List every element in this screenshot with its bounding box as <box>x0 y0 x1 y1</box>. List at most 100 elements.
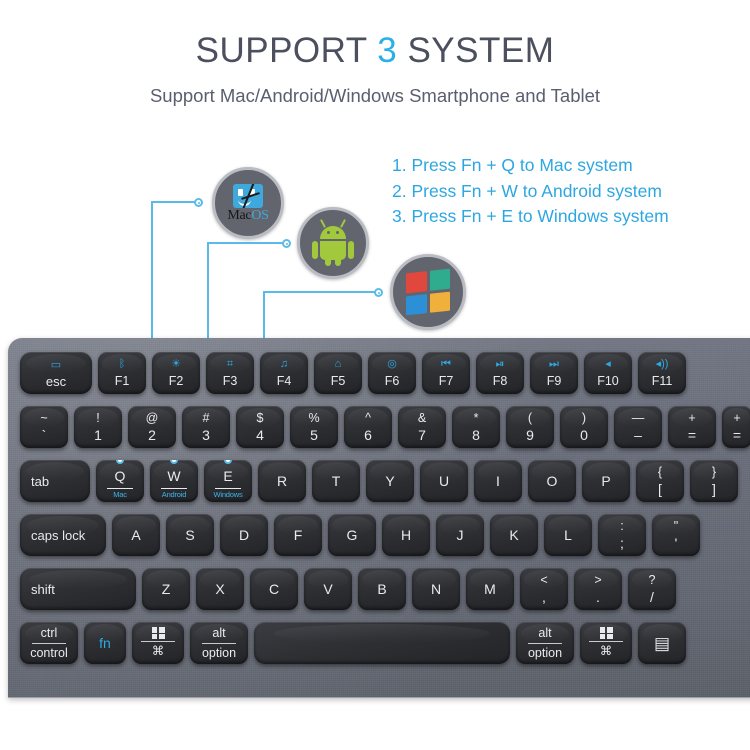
key-tab[interactable]: tab <box>20 460 90 502</box>
key-e[interactable]: E Windows <box>204 460 252 502</box>
key-f4[interactable]: ♫ F4 <box>260 352 308 394</box>
key-/[interactable]: ? / <box>628 568 676 610</box>
key-f5[interactable]: ⌂ F5 <box>314 352 362 394</box>
key-2[interactable]: @2 <box>128 406 176 448</box>
key-o[interactable]: O <box>528 460 576 502</box>
key-f6[interactable]: ◎ F6 <box>368 352 416 394</box>
key-shift-label: } <box>711 464 717 479</box>
key-label: F10 <box>597 374 619 388</box>
key-label: 2 <box>148 427 156 444</box>
key-n[interactable]: N <box>412 568 460 610</box>
key-alt[interactable]: alt option <box>190 622 248 664</box>
key-v[interactable]: V <box>304 568 352 610</box>
key-4[interactable]: $4 <box>236 406 284 448</box>
key-f11[interactable]: ◂)) F11 <box>638 352 686 394</box>
key-.[interactable]: >. <box>574 568 622 610</box>
key-label: A <box>131 527 141 543</box>
key-label: [ <box>658 481 662 498</box>
key-c[interactable]: C <box>250 568 298 610</box>
key-5[interactable]: % 5 <box>290 406 338 448</box>
key-label: esc <box>45 373 67 389</box>
key-label: 6 <box>364 427 372 444</box>
key-shift[interactable]: shift <box>20 568 136 610</box>
key-f8[interactable]: ⏯ F8 <box>476 352 524 394</box>
os-marker-label: Windows <box>213 490 243 499</box>
key-esc[interactable]: ▭ esc <box>20 352 92 394</box>
key-p[interactable]: P <box>582 460 630 502</box>
key-label: T <box>331 473 341 489</box>
key-label: H <box>400 527 412 543</box>
key-fn[interactable]: fn <box>84 622 126 664</box>
key-'[interactable]: " ' <box>652 514 700 556</box>
key-,[interactable]: <, <box>520 568 568 610</box>
key-8[interactable]: * 8 <box>452 406 500 448</box>
keyboard-row-numbers: ~ `! 1 @2 #3 $4% 5 ^ 6 & 7 * 8(9) 0— – + = + = <box>20 406 750 448</box>
key-z[interactable]: Z <box>142 568 190 610</box>
key-w[interactable]: W Android <box>150 460 198 502</box>
key-3[interactable]: #3 <box>182 406 230 448</box>
key-label: O <box>546 473 558 489</box>
key-f1[interactable]: ᛒ F1 <box>98 352 146 394</box>
key-menu[interactable]: ▤ <box>638 622 686 664</box>
key-g[interactable]: G <box>328 514 376 556</box>
key-label: F6 <box>384 374 400 388</box>
key-label: R <box>276 473 288 489</box>
key-0[interactable]: ) 0 <box>560 406 608 448</box>
key-label: F11 <box>651 374 673 388</box>
key-d[interactable]: D <box>220 514 268 556</box>
key-m[interactable]: M <box>466 568 514 610</box>
music-icon: ♫ <box>279 358 289 370</box>
key-backspace[interactable]: + = <box>722 406 750 448</box>
key-j[interactable]: J <box>436 514 484 556</box>
key-t[interactable]: T <box>312 460 360 502</box>
key-[[interactable]: {[ <box>636 460 684 502</box>
key-f[interactable]: F <box>274 514 322 556</box>
key-9[interactable]: (9 <box>506 406 554 448</box>
key-u[interactable]: U <box>420 460 468 502</box>
key-label: shift <box>31 581 55 597</box>
search-icon: ⌂ <box>334 358 342 370</box>
key-caps-lock[interactable]: caps lock <box>20 514 106 556</box>
key-shift-label: " <box>673 518 679 533</box>
key-x[interactable]: X <box>196 568 244 610</box>
connector-dot-key <box>224 460 232 464</box>
key-label: 5 <box>310 427 318 444</box>
key-a[interactable]: A <box>112 514 160 556</box>
key-label: caps lock <box>31 527 86 543</box>
key-y[interactable]: Y <box>366 460 414 502</box>
key-6[interactable]: ^ 6 <box>344 406 392 448</box>
android-badge <box>297 207 369 279</box>
key-win-command[interactable]: ⌘ <box>132 622 184 664</box>
key-r[interactable]: R <box>258 460 306 502</box>
key-s[interactable]: S <box>166 514 214 556</box>
key-–[interactable]: — – <box>614 406 662 448</box>
key-alt[interactable]: alt option <box>516 622 574 664</box>
key-b[interactable]: B <box>358 568 406 610</box>
key-h[interactable]: H <box>382 514 430 556</box>
key-f9[interactable]: ⏭ F9 <box>530 352 578 394</box>
connector-dot-mac <box>194 198 203 207</box>
key-space[interactable] <box>254 622 510 664</box>
key-win-command[interactable]: ⌘ <box>580 622 632 664</box>
key-ctrl[interactable]: ctrl control <box>20 622 78 664</box>
key-][interactable]: }] <box>690 460 738 502</box>
key-7[interactable]: & 7 <box>398 406 446 448</box>
key-f2[interactable]: ☀ F2 <box>152 352 200 394</box>
key-label: D <box>238 527 250 543</box>
key-`[interactable]: ~ ` <box>20 406 68 448</box>
key-label: 8 <box>472 427 480 444</box>
key-f3[interactable]: ⌗ F3 <box>206 352 254 394</box>
key-f7[interactable]: ⏮ F7 <box>422 352 470 394</box>
key-=[interactable]: + = <box>668 406 716 448</box>
keyboard-row-qwerty: tab Q Mac W Android E Windows R T Y U I O P{[}] <box>20 460 738 502</box>
key-1[interactable]: ! 1 <box>74 406 122 448</box>
key-q[interactable]: Q Mac <box>96 460 144 502</box>
keyboard-row-function: ▭ esc ᛒ F1 ☀ F2 ⌗ F3 ♫ F4 ⌂ F5 ◎ F6 ⏮ F7 ⏯ F8 ⏭ F9 ◂ F10 ◂)) F1… <box>20 352 686 394</box>
key-k[interactable]: K <box>490 514 538 556</box>
os-marker-label: Mac <box>113 490 127 499</box>
key-i[interactable]: I <box>474 460 522 502</box>
key-f10[interactable]: ◂ F10 <box>584 352 632 394</box>
key-;[interactable]: :; <box>598 514 646 556</box>
key-l[interactable]: L <box>544 514 592 556</box>
key-label: 0 <box>580 427 588 444</box>
